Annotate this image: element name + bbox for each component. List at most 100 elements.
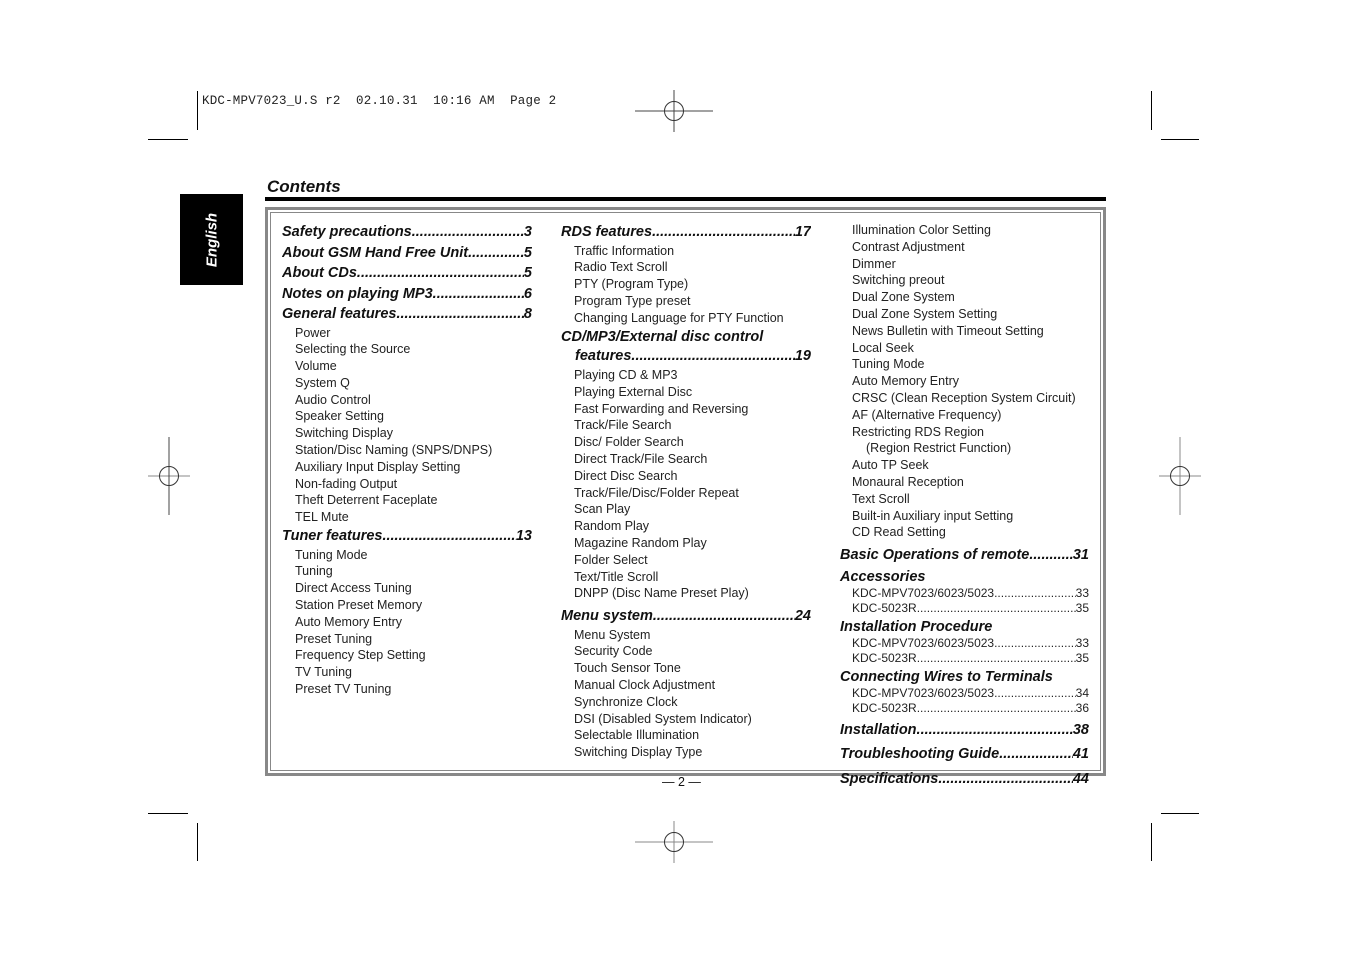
toc-subitem[interactable]: Text/Title Scroll <box>561 569 811 586</box>
toc-entry[interactable]: Notes on playing MP3 6 <box>282 284 532 305</box>
toc-subitem[interactable]: Audio Control <box>282 392 532 409</box>
toc-subitem[interactable]: Playing External Disc <box>561 384 811 401</box>
toc-entry-page: 5 <box>523 244 532 261</box>
toc-subitem[interactable]: Selectable Illumination <box>561 727 811 744</box>
toc-model-entry[interactable]: KDC-MPV7023/6023/5023 33 <box>840 586 1089 601</box>
toc-entry[interactable]: features 19 <box>561 346 811 367</box>
toc-model-entry[interactable]: KDC-5023R 36 <box>840 701 1089 716</box>
toc-entry[interactable]: RDS features 17 <box>561 222 811 243</box>
toc-subitem[interactable]: Station/Disc Naming (SNPS/DNPS) <box>282 442 532 459</box>
toc-subitem[interactable]: Dimmer <box>840 256 1089 273</box>
toc-subitem[interactable]: Direct Track/File Search <box>561 451 811 468</box>
toc-subitem[interactable]: Station Preset Memory <box>282 597 532 614</box>
toc-subitem[interactable]: Non-fading Output <box>282 476 532 493</box>
toc-entry[interactable]: About GSM Hand Free Unit 5 <box>282 243 532 264</box>
toc-subitem[interactable]: Text Scroll <box>840 491 1089 508</box>
toc-model-entry[interactable]: KDC-MPV7023/6023/5023 33 <box>840 636 1089 651</box>
toc-model-entry[interactable]: KDC-5023R 35 <box>840 601 1089 616</box>
toc-subitem[interactable]: DNPP (Disc Name Preset Play) <box>561 585 811 602</box>
toc-section-heading[interactable]: Installation Procedure <box>840 618 1089 636</box>
toc-subitem[interactable]: Preset Tuning <box>282 631 532 648</box>
toc-subitem[interactable]: Auto TP Seek <box>840 457 1089 474</box>
toc-subitem[interactable]: Switching Display Type <box>561 744 811 761</box>
toc-subitem[interactable]: Tuning <box>282 563 532 580</box>
toc-subitem[interactable]: Program Type preset <box>561 293 811 310</box>
toc-subitem[interactable]: Auto Memory Entry <box>840 373 1089 390</box>
toc-subitem[interactable]: DSI (Disabled System Indicator) <box>561 711 811 728</box>
toc-subitem[interactable]: Track/File/Disc/Folder Repeat <box>561 485 811 502</box>
toc-entry[interactable]: About CDs 5 <box>282 263 532 284</box>
toc-subitem[interactable]: News Bulletin with Timeout Setting <box>840 323 1089 340</box>
toc-entry-label: Notes on playing MP3 <box>282 285 433 302</box>
toc-entry[interactable]: Tuner features 13 <box>282 526 532 547</box>
toc-subitem[interactable]: Monaural Reception <box>840 474 1089 491</box>
toc-subitem[interactable]: PTY (Program Type) <box>561 276 811 293</box>
toc-entry-page: 5 <box>523 265 532 281</box>
toc-entry[interactable]: Basic Operations of remote 31 <box>840 545 1089 566</box>
toc-subitem[interactable]: Fast Forwarding and Reversing <box>561 401 811 418</box>
toc-subitem[interactable]: CRSC (Clean Reception System Circuit) <box>840 390 1089 407</box>
toc-subitem[interactable]: Tuning Mode <box>282 547 532 564</box>
dot-leader <box>999 744 1073 765</box>
toc-subitem[interactable]: Manual Clock Adjustment <box>561 677 811 694</box>
toc-section-heading[interactable]: CD/MP3/External disc control <box>561 328 811 346</box>
toc-entry[interactable]: Installation 38 <box>840 720 1089 741</box>
toc-subitem[interactable]: Direct Disc Search <box>561 468 811 485</box>
toc-section-heading[interactable]: Connecting Wires to Terminals <box>840 668 1089 686</box>
toc-entry-page: 31 <box>1072 547 1089 564</box>
toc-subitem[interactable]: TV Tuning <box>282 664 532 681</box>
toc-subitem[interactable]: Contrast Adjustment <box>840 239 1089 256</box>
toc-subitem[interactable]: Radio Text Scroll <box>561 259 811 276</box>
toc-entry[interactable]: General features 8 <box>282 304 532 325</box>
toc-subitem[interactable]: Synchronize Clock <box>561 694 811 711</box>
toc-subitem[interactable]: Traffic Information <box>561 243 811 260</box>
toc-entry[interactable]: Specifications 44 <box>840 769 1089 790</box>
toc-subitem[interactable]: Changing Language for PTY Function <box>561 310 811 327</box>
toc-subitem[interactable]: Menu System <box>561 627 811 644</box>
page-title: Contents <box>267 177 341 196</box>
toc-subitem[interactable]: Security Code <box>561 643 811 660</box>
toc-subitem[interactable]: Speaker Setting <box>282 408 532 425</box>
toc-model-entry[interactable]: KDC-5023R 35 <box>840 651 1089 666</box>
toc-subitem[interactable]: Auxiliary Input Display Setting <box>282 459 532 476</box>
toc-subitem[interactable]: Restricting RDS Region <box>840 424 1089 441</box>
toc-subitem[interactable]: Folder Select <box>561 552 811 569</box>
toc-subitem[interactable]: Switching preout <box>840 272 1089 289</box>
toc-entry[interactable]: Troubleshooting Guide 41 <box>840 744 1089 765</box>
toc-entry-page: 24 <box>794 608 811 625</box>
toc-model-entry[interactable]: KDC-MPV7023/6023/5023 34 <box>840 686 1089 701</box>
toc-subitem[interactable]: Touch Sensor Tone <box>561 660 811 677</box>
toc-entry[interactable]: Menu system 24 <box>561 606 811 627</box>
toc-subitem[interactable]: Scan Play <box>561 501 811 518</box>
toc-subitem[interactable]: Switching Display <box>282 425 532 442</box>
toc-entry-label: Troubleshooting Guide <box>840 746 1000 763</box>
toc-subitem[interactable]: Illumination Color Setting <box>840 222 1089 239</box>
toc-subitem[interactable]: Built-in Auxiliary input Setting <box>840 508 1089 525</box>
toc-section-heading[interactable]: Accessories <box>840 568 1089 586</box>
toc-subitem[interactable]: Selecting the Source <box>282 341 532 358</box>
toc-subitem[interactable]: CD Read Setting <box>840 524 1089 541</box>
dot-leader <box>396 304 523 325</box>
dot-leader <box>382 526 515 547</box>
toc-subitem[interactable]: Direct Access Tuning <box>282 580 532 597</box>
toc-subitem[interactable]: Local Seek <box>840 340 1089 357</box>
toc-subitem[interactable]: (Region Restrict Function) <box>840 440 1089 457</box>
toc-subitem[interactable]: Tuning Mode <box>840 356 1089 373</box>
toc-subitem[interactable]: Magazine Random Play <box>561 535 811 552</box>
toc-subitem[interactable]: Theft Deterrent Faceplate <box>282 492 532 509</box>
toc-subitem[interactable]: Volume <box>282 358 532 375</box>
toc-subitem[interactable]: Power <box>282 325 532 342</box>
toc-subitem[interactable]: TEL Mute <box>282 509 532 526</box>
toc-subitem[interactable]: Random Play <box>561 518 811 535</box>
toc-entry[interactable]: Safety precautions 3 <box>282 222 532 243</box>
toc-subitem[interactable]: Preset TV Tuning <box>282 681 532 698</box>
toc-subitem[interactable]: Disc/ Folder Search <box>561 434 811 451</box>
toc-subitem[interactable]: System Q <box>282 375 532 392</box>
toc-subitem[interactable]: Track/File Search <box>561 417 811 434</box>
toc-subitem[interactable]: Auto Memory Entry <box>282 614 532 631</box>
toc-subitem[interactable]: Frequency Step Setting <box>282 647 532 664</box>
toc-subitem[interactable]: Dual Zone System Setting <box>840 306 1089 323</box>
toc-subitem[interactable]: Dual Zone System <box>840 289 1089 306</box>
toc-subitem[interactable]: Playing CD & MP3 <box>561 367 811 384</box>
toc-subitem[interactable]: AF (Alternative Frequency) <box>840 407 1089 424</box>
